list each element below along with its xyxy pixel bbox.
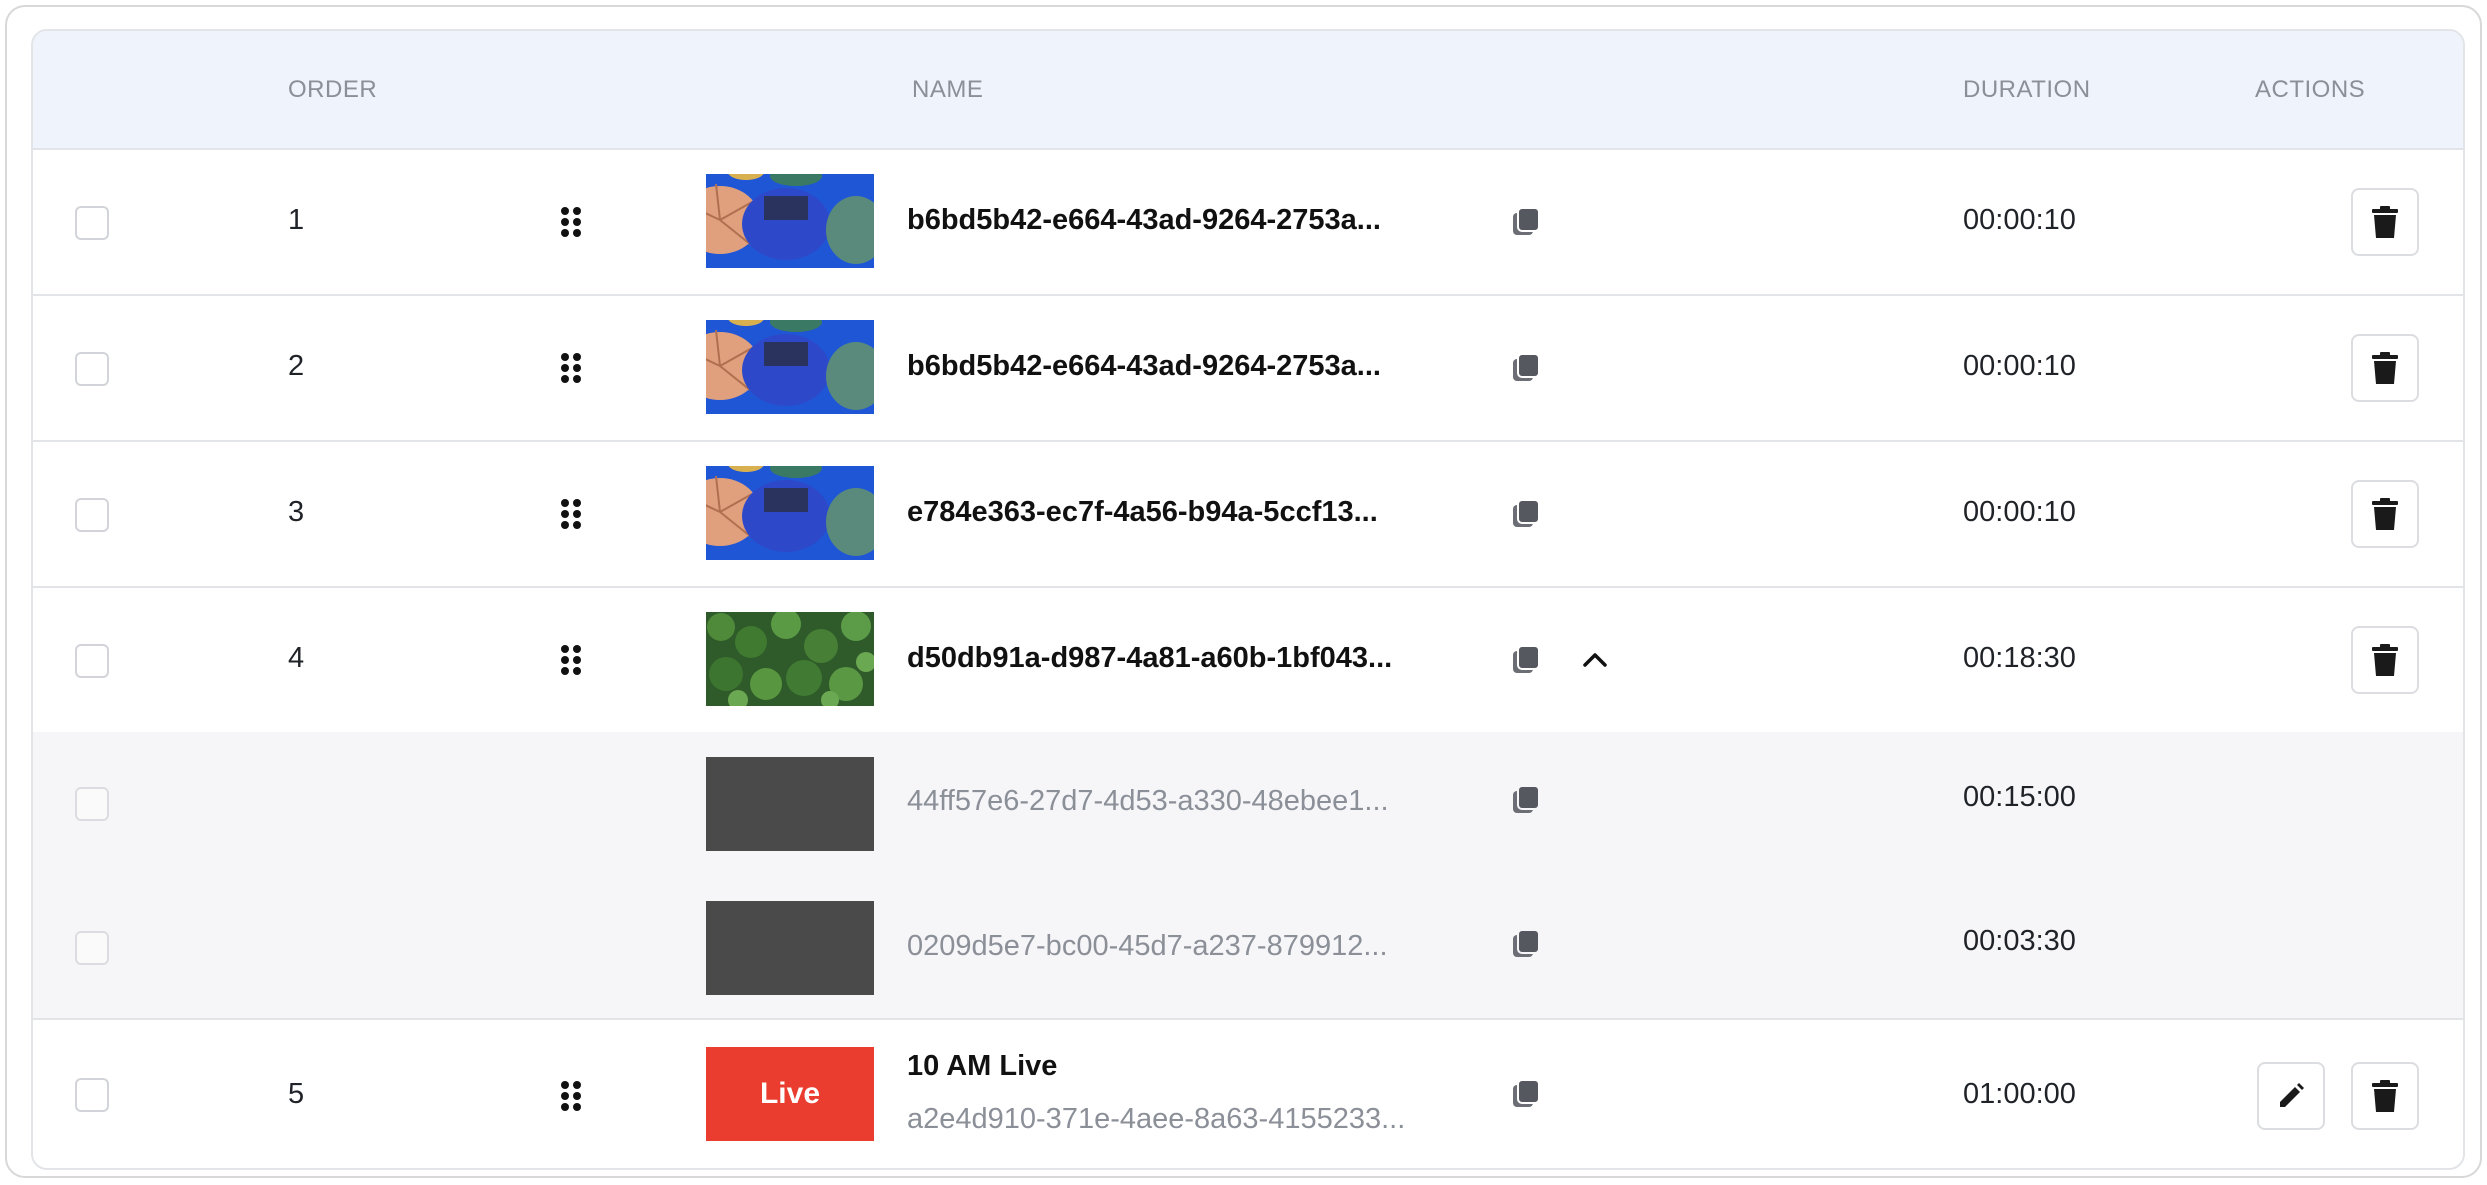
- media-duration: 01:00:00: [1963, 1078, 2076, 1110]
- media-duration: 00:18:30: [1963, 642, 2076, 674]
- child-row: 0209d5e7-bc00-45d7-a237-879912... 00:03:…: [33, 876, 2463, 1020]
- row-order: 2: [288, 350, 305, 382]
- table-row: 3 e784e363-ec7f-4a56-b94a-5ccf13... 00:0…: [33, 440, 2463, 586]
- child-row: 44ff57e6-27d7-4d53-a330-48ebee1... 00:15…: [33, 732, 2463, 876]
- media-name: a2e4d910-371e-4aee-8a63-4155233...: [907, 1103, 1406, 1135]
- row-checkbox[interactable]: [75, 352, 109, 386]
- media-duration: 00:00:10: [1963, 496, 2076, 528]
- playlist-table: ORDER NAME DURATION ACTIONS 1 b6bd5b42-e…: [31, 29, 2465, 1170]
- copy-icon[interactable]: [1511, 785, 1541, 815]
- row-checkbox[interactable]: [75, 787, 109, 821]
- drag-handle-icon[interactable]: [559, 1080, 583, 1112]
- row-checkbox[interactable]: [75, 644, 109, 678]
- outer-frame: ORDER NAME DURATION ACTIONS 1 b6bd5b42-e…: [5, 5, 2482, 1178]
- trash-icon: [2372, 644, 2398, 676]
- delete-button[interactable]: [2351, 334, 2419, 402]
- table-row: 4 d50db91a-d987-4a81-a60b-1bf043... 00:1…: [33, 586, 2463, 732]
- media-thumbnail: [706, 612, 874, 706]
- copy-icon[interactable]: [1511, 929, 1541, 959]
- header-order: ORDER: [288, 76, 378, 103]
- pencil-icon: [2280, 1083, 2304, 1107]
- row-order: 3: [288, 496, 305, 528]
- copy-icon[interactable]: [1511, 645, 1541, 675]
- delete-button[interactable]: [2351, 480, 2419, 548]
- row-checkbox[interactable]: [75, 1078, 109, 1112]
- copy-icon[interactable]: [1511, 499, 1541, 529]
- delete-button[interactable]: [2351, 626, 2419, 694]
- drag-handle-icon[interactable]: [559, 352, 583, 384]
- row-order: 5: [288, 1078, 305, 1110]
- row-checkbox[interactable]: [75, 206, 109, 240]
- media-name: b6bd5b42-e664-43ad-9264-2753a...: [907, 204, 1381, 236]
- header-duration: DURATION: [1963, 76, 2091, 103]
- table-row: 2 b6bd5b42-e664-43ad-9264-2753a... 00:00…: [33, 294, 2463, 440]
- playlist-page: ORDER NAME DURATION ACTIONS 1 b6bd5b42-e…: [0, 0, 2487, 1185]
- media-duration: 00:00:10: [1963, 204, 2076, 236]
- edit-button[interactable]: [2257, 1062, 2325, 1130]
- row-checkbox[interactable]: [75, 498, 109, 532]
- chevron-up-icon[interactable]: [1578, 643, 1612, 677]
- drag-handle-icon[interactable]: [559, 206, 583, 238]
- trash-icon: [2372, 206, 2398, 238]
- row-order: 1: [288, 204, 305, 236]
- row-checkbox[interactable]: [75, 931, 109, 965]
- trash-icon: [2372, 498, 2398, 530]
- trash-icon: [2372, 352, 2398, 384]
- delete-button[interactable]: [2351, 188, 2419, 256]
- copy-icon[interactable]: [1511, 207, 1541, 237]
- media-duration: 00:03:30: [1963, 925, 2076, 957]
- live-thumbnail: Live: [706, 1047, 874, 1141]
- trash-icon: [2372, 1080, 2398, 1112]
- drag-handle-icon[interactable]: [559, 498, 583, 530]
- media-duration: 00:00:10: [1963, 350, 2076, 382]
- delete-button[interactable]: [2351, 1062, 2419, 1130]
- media-thumbnail: [706, 174, 874, 268]
- media-thumbnail: [706, 466, 874, 560]
- media-name: 0209d5e7-bc00-45d7-a237-879912...: [907, 930, 1388, 962]
- drag-handle-icon[interactable]: [559, 644, 583, 676]
- table-header: ORDER NAME DURATION ACTIONS: [33, 31, 2463, 148]
- table-row: 5 Live 10 AM Live a2e4d910-371e-4aee-8a6…: [33, 1020, 2463, 1168]
- media-name: d50db91a-d987-4a81-a60b-1bf043...: [907, 642, 1393, 674]
- media-thumbnail: [706, 757, 874, 851]
- live-title: 10 AM Live: [907, 1050, 1058, 1082]
- media-name: 44ff57e6-27d7-4d53-a330-48ebee1...: [907, 785, 1389, 817]
- media-thumbnail: [706, 320, 874, 414]
- header-name: NAME: [912, 76, 984, 103]
- copy-icon[interactable]: [1511, 1079, 1541, 1109]
- media-duration: 00:15:00: [1963, 781, 2076, 813]
- media-name: b6bd5b42-e664-43ad-9264-2753a...: [907, 350, 1381, 382]
- table-row: 1 b6bd5b42-e664-43ad-9264-2753a... 00:00…: [33, 148, 2463, 294]
- header-actions: ACTIONS: [2255, 76, 2366, 103]
- copy-icon[interactable]: [1511, 353, 1541, 383]
- media-thumbnail: [706, 901, 874, 995]
- media-name: e784e363-ec7f-4a56-b94a-5ccf13...: [907, 496, 1378, 528]
- row-order: 4: [288, 642, 305, 674]
